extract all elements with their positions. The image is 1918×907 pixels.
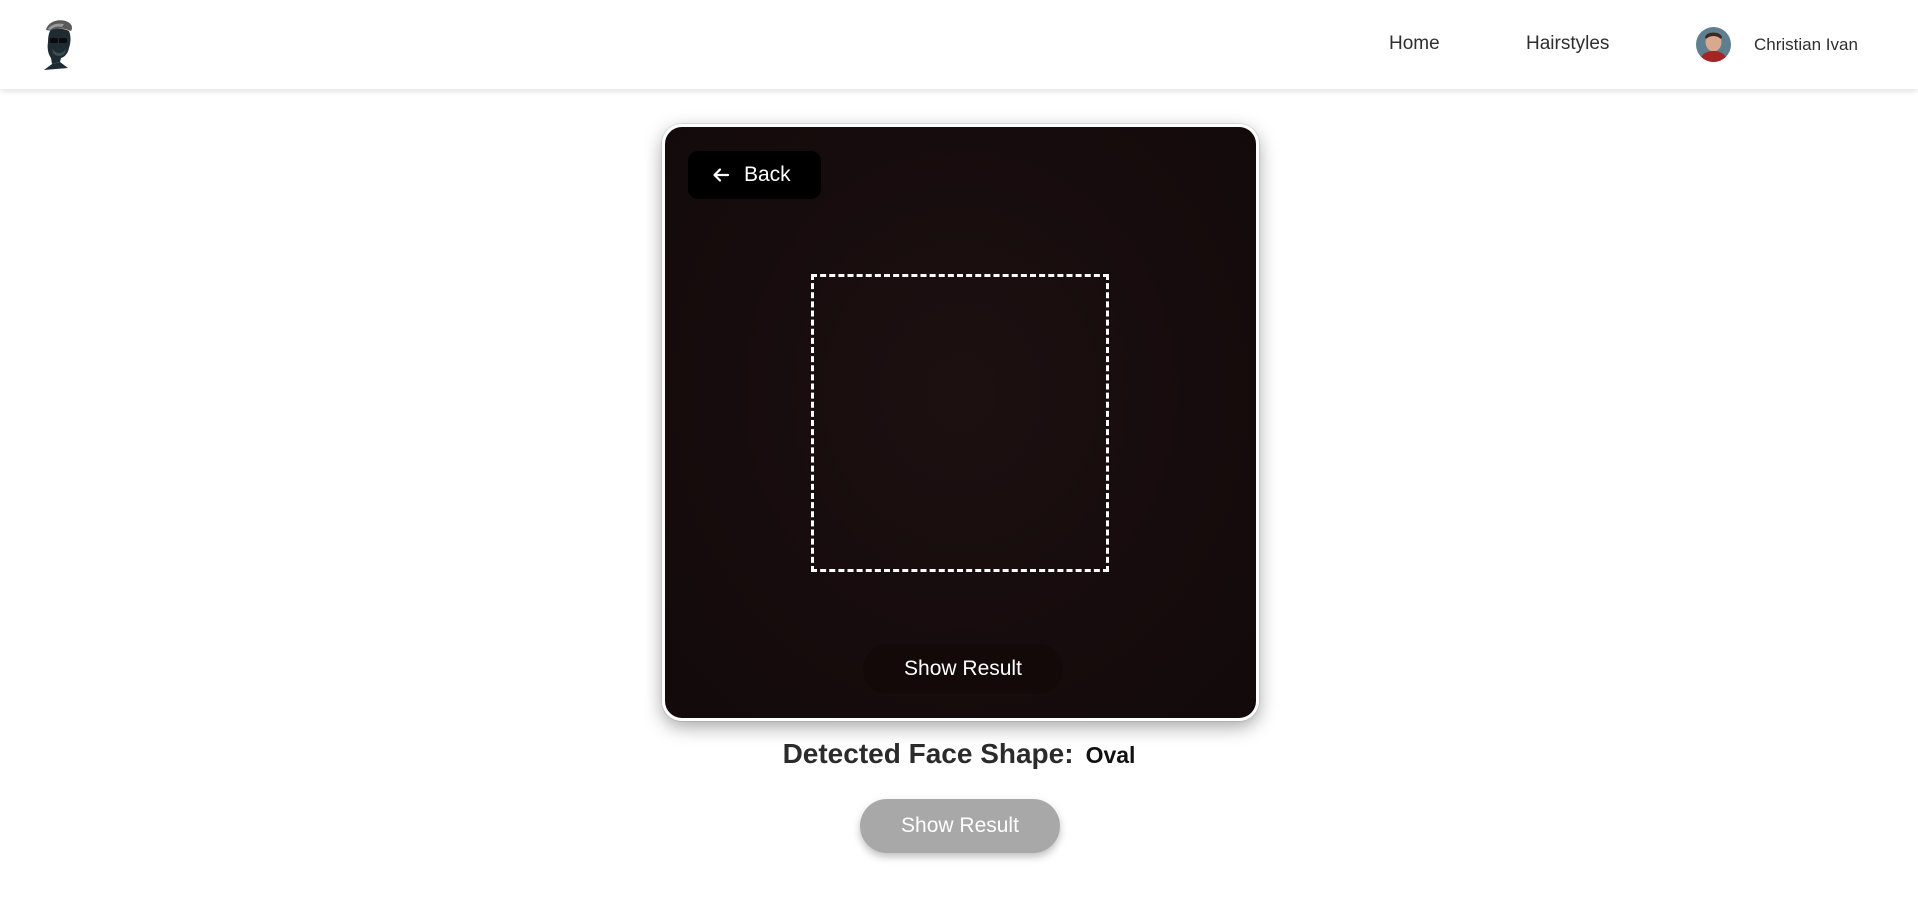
user-avatar[interactable] (1696, 27, 1731, 62)
top-navbar: Home Hairstyles Christian Ivan (0, 0, 1918, 89)
overlay-show-result-button[interactable]: Show Result (863, 644, 1063, 694)
back-label: Back (744, 163, 791, 186)
detected-face-shape-value: Oval (1085, 742, 1136, 768)
barber-logo-icon[interactable] (38, 18, 82, 70)
camera-view: Back Show Result (662, 124, 1259, 721)
detected-face-shape-label: Detected Face Shape: (782, 738, 1074, 769)
show-result-button[interactable]: Show Result (860, 799, 1060, 853)
arrow-left-icon (712, 166, 730, 184)
nav-home-link[interactable]: Home (1389, 33, 1440, 55)
back-button[interactable]: Back (688, 151, 821, 199)
detected-face-shape: Detected Face Shape: Oval (0, 738, 1918, 770)
user-name[interactable]: Christian Ivan (1754, 35, 1858, 55)
face-guide-frame (811, 274, 1109, 572)
nav-hairstyles-link[interactable]: Hairstyles (1526, 33, 1609, 55)
